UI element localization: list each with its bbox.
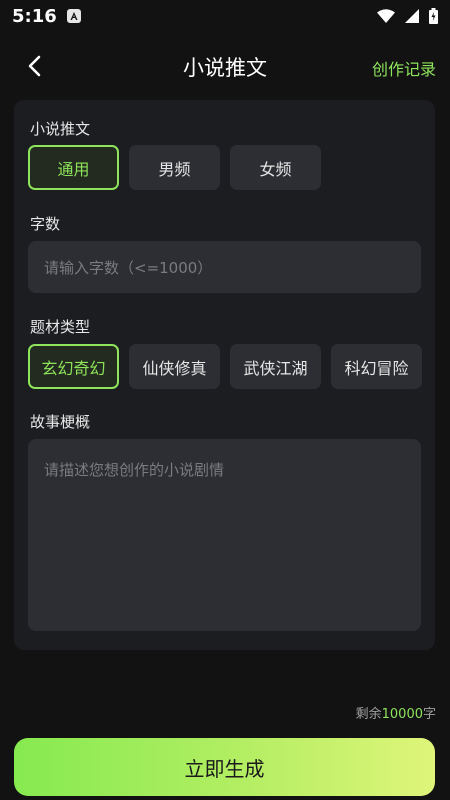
status-time: 5:16	[12, 5, 57, 27]
genre-label: 题材类型	[30, 318, 91, 336]
synopsis-textarea[interactable]: 请描述您想创作的小说剧情	[28, 439, 421, 631]
wifi-icon	[377, 9, 395, 23]
status-bar: 5:16	[0, 0, 450, 32]
top-bar: 小说推文 创作记录	[0, 38, 450, 94]
category-options: 通用 男频 女频	[28, 145, 321, 190]
text-a-icon	[66, 9, 81, 23]
word-count-label: 字数	[30, 215, 61, 233]
genre-chip-xianxia[interactable]: 仙侠修真	[129, 344, 220, 389]
category-chip-male[interactable]: 男频	[129, 145, 220, 190]
remaining-number: 10000	[381, 707, 423, 722]
creation-records-link[interactable]: 创作记录	[372, 56, 436, 80]
battery-icon	[429, 8, 438, 24]
remaining-suffix: 字	[422, 707, 436, 722]
generate-button[interactable]: 立即生成	[14, 738, 435, 796]
remaining-prefix: 剩余	[355, 707, 382, 722]
genre-options: 玄幻奇幻 仙侠修真 武侠江湖 科幻冒险	[28, 344, 422, 389]
genre-chip-scifi[interactable]: 科幻冒险	[331, 344, 422, 389]
category-chip-female[interactable]: 女频	[230, 145, 321, 190]
genre-chip-wuxia[interactable]: 武侠江湖	[230, 344, 321, 389]
synopsis-label: 故事梗概	[30, 413, 91, 431]
signal-icon	[405, 9, 419, 23]
form-card: 小说推文 通用 男频 女频 字数 请输入字数（<=1000） 题材类型 玄幻奇幻…	[14, 100, 435, 650]
category-chip-general[interactable]: 通用	[28, 145, 119, 190]
word-count-input[interactable]: 请输入字数（<=1000）	[28, 241, 421, 293]
remaining-count: 剩余10000字	[356, 703, 436, 722]
category-label: 小说推文	[30, 120, 91, 138]
genre-chip-fantasy[interactable]: 玄幻奇幻	[28, 344, 119, 389]
